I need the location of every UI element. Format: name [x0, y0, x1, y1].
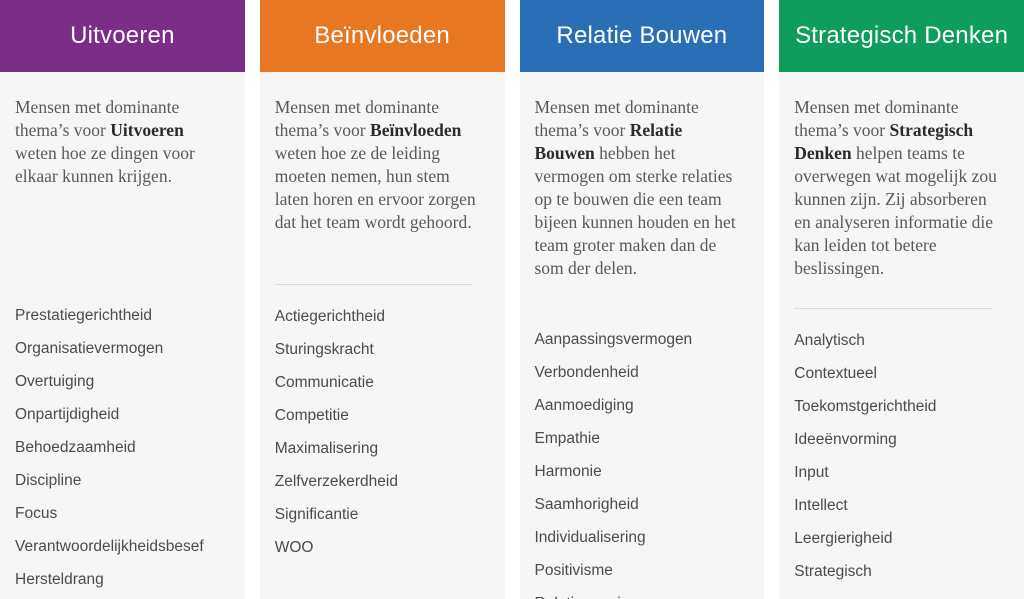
column-header: Relatie Bouwen — [519, 0, 765, 72]
list-item[interactable]: Input — [794, 463, 1006, 483]
list-item[interactable]: Saamhorigheid — [535, 495, 747, 515]
column-header: Strategisch Denken — [779, 0, 1024, 72]
list-item[interactable]: Organisatievermogen — [15, 339, 227, 359]
list-item[interactable]: Intellect — [794, 496, 1006, 516]
column-description: Mensen met dominante thema’s voor Beïnvl… — [275, 96, 487, 234]
domain-columns-board: Uitvoeren Mensen met dominante thema’s vo… — [0, 0, 1024, 599]
column-body: Mensen met dominante thema’s voor Relati… — [519, 72, 765, 599]
list-item[interactable]: Significantie — [275, 505, 487, 525]
column-header: Uitvoeren — [0, 0, 245, 72]
list-item[interactable]: Empathie — [535, 429, 747, 449]
list-item[interactable]: WOO — [275, 538, 487, 558]
column-description: Mensen met dominante thema’s voor Uitvoe… — [15, 96, 227, 188]
list-item[interactable]: Actiegerichtheid — [275, 307, 487, 327]
list-item[interactable]: Positivisme — [535, 561, 747, 581]
description-highlight: Uitvoeren — [110, 120, 184, 140]
list-item[interactable]: Focus — [15, 504, 227, 524]
column-body: Mensen met dominante thema’s voor Beïnvl… — [259, 72, 505, 599]
list-item[interactable]: Sturingskracht — [275, 340, 487, 360]
list-item[interactable]: Onpartijdigheid — [15, 405, 227, 425]
list-item[interactable]: Competitie — [275, 406, 487, 426]
list-item[interactable]: Overtuiging — [15, 372, 227, 392]
description-highlight: Beïnvloeden — [370, 120, 462, 140]
list-item[interactable]: Aanmoediging — [535, 396, 747, 416]
list-item[interactable]: Harmonie — [535, 462, 747, 482]
list-item[interactable]: Strategisch — [794, 562, 1006, 582]
domain-column: Beïnvloeden Mensen met dominante thema’s … — [259, 0, 505, 599]
list-item[interactable]: Prestatiegerichtheid — [15, 306, 227, 326]
list-item[interactable]: Communicatie — [275, 373, 487, 393]
domain-column: Uitvoeren Mensen met dominante thema’s vo… — [0, 0, 245, 599]
list-item[interactable]: Maximalisering — [275, 439, 487, 459]
list-item[interactable]: Verbondenheid — [535, 363, 747, 383]
column-body: Mensen met dominante thema’s voor Strate… — [779, 72, 1024, 599]
column-title: Strategisch Denken — [795, 21, 1009, 49]
domain-column: Strategisch Denken Mensen met dominante t… — [779, 0, 1024, 599]
list-item[interactable]: Aanpassingsvermogen — [535, 330, 747, 350]
description-suffix: weten hoe ze dingen voor elkaar kunnen k… — [15, 143, 195, 186]
column-description: Mensen met dominante thema’s voor Relati… — [535, 96, 747, 280]
list-item[interactable]: Ideeënvorming — [794, 430, 1006, 450]
column-title: Relatie Bouwen — [556, 21, 728, 49]
strengths-list: Aanpassingsvermogen Verbondenheid Aanmoedi… — [535, 308, 747, 599]
list-item[interactable]: Individualisering — [535, 528, 747, 548]
description-suffix: hebben het vermogen om sterke relaties o… — [534, 143, 736, 278]
column-body: Mensen met dominante thema’s voor Uitvoe… — [0, 72, 245, 599]
list-item[interactable]: Verantwoordelijkheidsbesef — [15, 537, 227, 557]
list-item[interactable]: Zelfverzekerdheid — [275, 472, 487, 492]
list-item[interactable]: Toekomstgerichtheid — [794, 397, 1006, 417]
list-item[interactable]: Hersteldrang — [15, 570, 227, 590]
strengths-list: Prestatiegerichtheid Organisatievermogen O… — [15, 284, 227, 599]
column-title: Beïnvloeden — [314, 21, 450, 49]
domain-column: Relatie Bouwen Mensen met dominante thema… — [519, 0, 765, 599]
column-header: Beïnvloeden — [259, 0, 505, 72]
list-item[interactable]: Analytisch — [794, 331, 1006, 351]
list-item[interactable]: Behoedzaamheid — [15, 438, 227, 458]
strengths-list: Actiegerichtheid Sturingskracht Communicat… — [275, 285, 487, 571]
column-title: Uitvoeren — [70, 21, 175, 49]
list-item[interactable]: Contextueel — [794, 364, 1006, 384]
list-item[interactable]: Leergierigheid — [794, 529, 1006, 549]
description-suffix: helpen teams te overwegen wat mogelijk z… — [794, 143, 997, 278]
description-suffix: weten hoe ze de leiding moeten nemen, hu… — [274, 143, 476, 232]
strengths-list: Analytisch Contextueel Toekomstgerichtheid… — [794, 309, 1006, 595]
list-item[interactable]: Relatievorming — [535, 594, 747, 599]
column-description: Mensen met dominante thema’s voor Strate… — [794, 96, 1006, 280]
list-item[interactable]: Discipline — [15, 471, 227, 491]
